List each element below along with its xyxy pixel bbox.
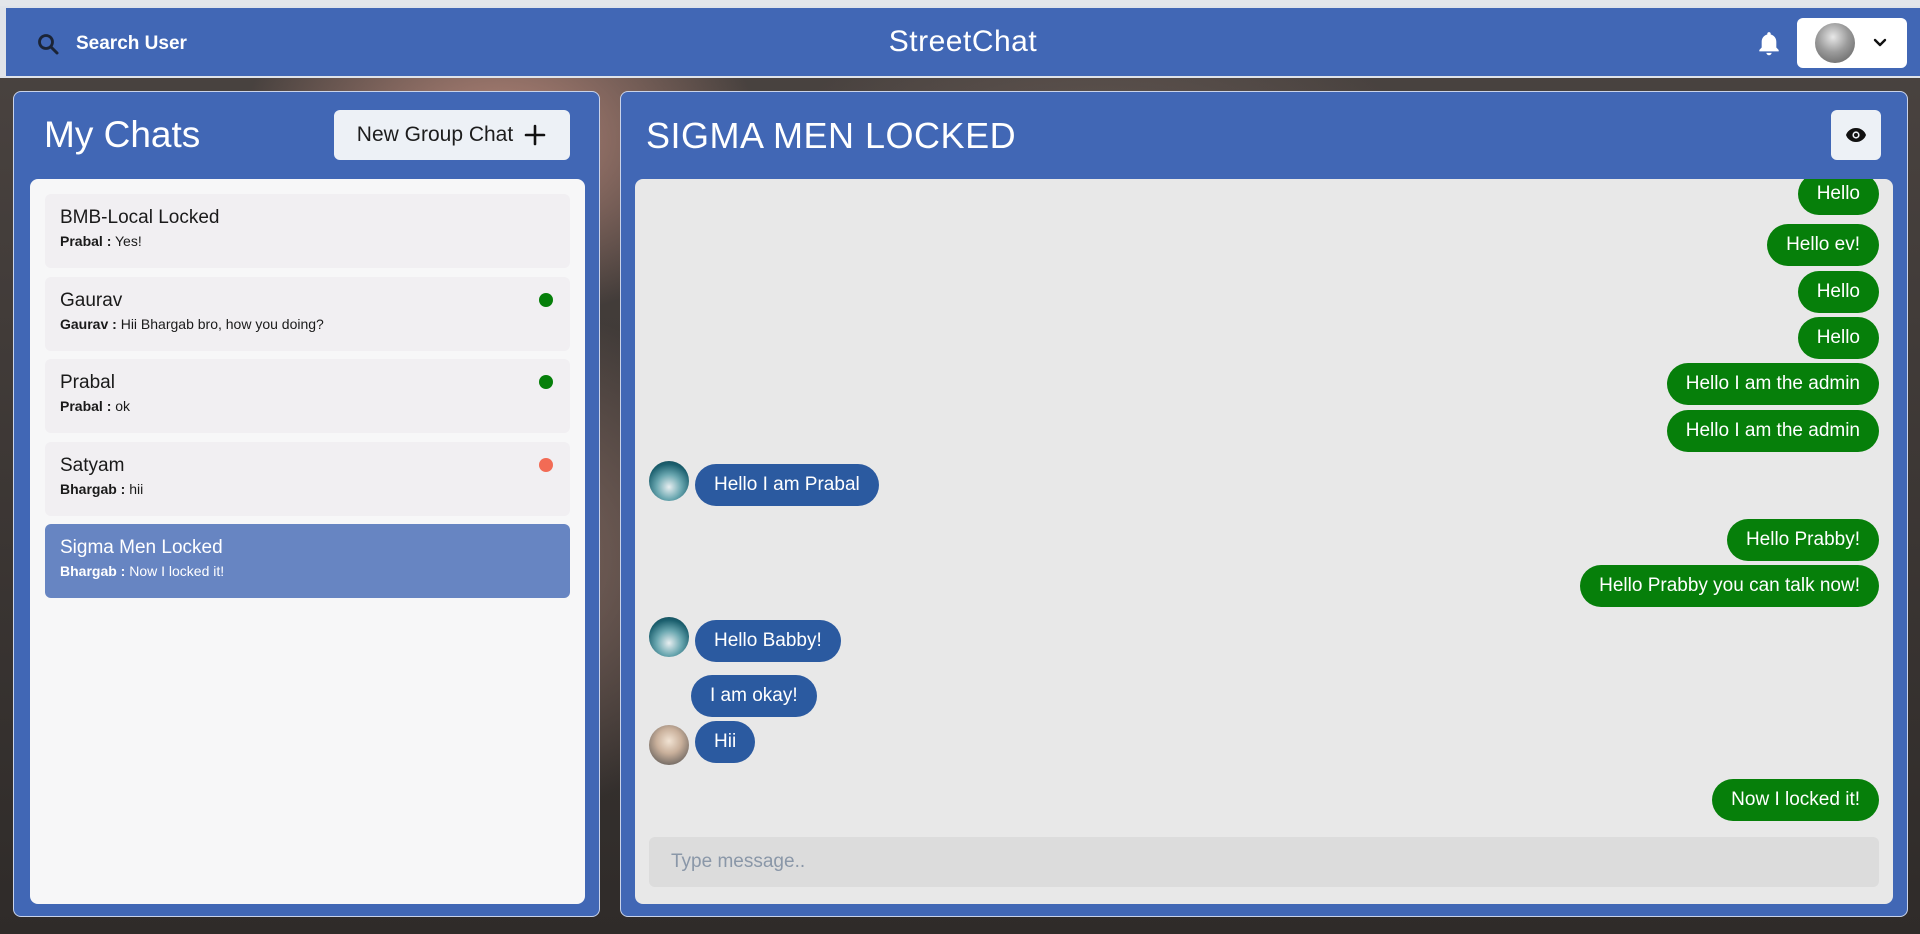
chat-last-message: Bhargab : hii <box>60 481 555 497</box>
chat-last-message: Gaurav : Hii Bhargab bro, how you doing? <box>60 316 555 332</box>
message-sent: Hello Prabby! <box>1726 519 1879 561</box>
chat-last-message: Prabal : ok <box>60 398 555 414</box>
avatar[interactable] <box>649 617 689 657</box>
message-input[interactable] <box>649 837 1879 887</box>
chat-name: Sigma Men Locked <box>60 537 223 558</box>
chat-last-message: Prabal : Yes! <box>60 233 555 249</box>
chat-item-gaurav[interactable]: Gaurav Gaurav : Hii Bhargab bro, how you… <box>45 277 570 351</box>
message-received: Hello I am Prabal <box>695 464 879 506</box>
message-sent: Hello I am the admin <box>1666 363 1879 405</box>
bell-icon[interactable] <box>1756 30 1782 58</box>
message-list: Hello Hello ev! Hello Hello Hello I am t… <box>635 179 1893 904</box>
online-status-dot <box>539 375 553 389</box>
chat-last-text: ok <box>115 398 131 414</box>
message-sent: Hello ev! <box>1767 224 1879 266</box>
chat-item-bmb-local-locked[interactable]: BMB-Local Locked Prabal : Yes! <box>45 194 570 268</box>
new-group-chat-button[interactable]: New Group Chat <box>334 110 570 160</box>
avatar <box>1815 23 1855 63</box>
avatar[interactable] <box>649 725 689 765</box>
chat-item-satyam[interactable]: Satyam Bhargab : hii <box>45 442 570 516</box>
chat-last-sender: Gaurav : <box>60 316 117 332</box>
message-received: I am okay! <box>691 675 817 717</box>
chat-last-sender: Bhargab : <box>60 563 126 579</box>
chat-name: Satyam <box>60 455 125 476</box>
chat-last-message: Bhargab : Now I locked it! <box>60 563 555 579</box>
chat-last-text: Hii Bhargab bro, how you doing? <box>120 316 324 332</box>
chat-last-text: Now I locked it! <box>129 563 225 579</box>
new-group-chat-label: New Group Chat <box>356 123 514 146</box>
message-sent: Hello I am the admin <box>1666 410 1879 452</box>
my-chats-panel: My Chats New Group Chat BMB-Local Locked… <box>13 91 600 917</box>
chevron-down-icon <box>1873 38 1887 47</box>
message-sent: Now I locked it! <box>1712 779 1879 821</box>
profile-menu-button[interactable] <box>1797 18 1907 68</box>
chat-name: Prabal <box>60 372 115 393</box>
chat-last-sender: Prabal : <box>60 398 112 414</box>
message-received: Hii <box>695 721 756 763</box>
plus-icon <box>524 124 546 146</box>
view-details-button[interactable] <box>1831 110 1881 160</box>
chat-name: BMB-Local Locked <box>60 207 220 228</box>
online-status-dot <box>539 293 553 307</box>
chat-last-text: hii <box>129 481 144 497</box>
chat-item-sigma-men-locked[interactable]: Sigma Men Locked Bhargab : Now I locked … <box>45 524 570 598</box>
chat-last-text: Yes! <box>115 233 142 249</box>
message-sent: Hello <box>1797 179 1879 215</box>
message-sent: Hello Prabby you can talk now! <box>1580 565 1879 607</box>
message-sent: Hello <box>1797 271 1879 313</box>
message-received: Hello Babby! <box>695 620 841 662</box>
chat-last-sender: Prabal : <box>60 233 112 249</box>
avatar[interactable] <box>649 461 689 501</box>
chat-room-title: SIGMA MEN LOCKED <box>646 115 1017 156</box>
chat-item-prabal[interactable]: Prabal Prabal : ok <box>45 359 570 433</box>
chat-last-sender: Bhargab : <box>60 481 126 497</box>
message-sent: Hello <box>1797 317 1879 359</box>
top-bar: Search User StreetChat <box>0 6 1920 78</box>
chat-list: BMB-Local Locked Prabal : Yes! Gaurav Ga… <box>30 179 585 904</box>
chat-name: Gaurav <box>60 290 123 311</box>
my-chats-title: My Chats <box>44 114 201 155</box>
eye-icon <box>1846 128 1866 142</box>
offline-status-dot <box>539 458 553 472</box>
chat-panel: SIGMA MEN LOCKED Hello Hello ev! Hello H… <box>620 91 1908 917</box>
app-title: StreetChat <box>888 25 1038 58</box>
